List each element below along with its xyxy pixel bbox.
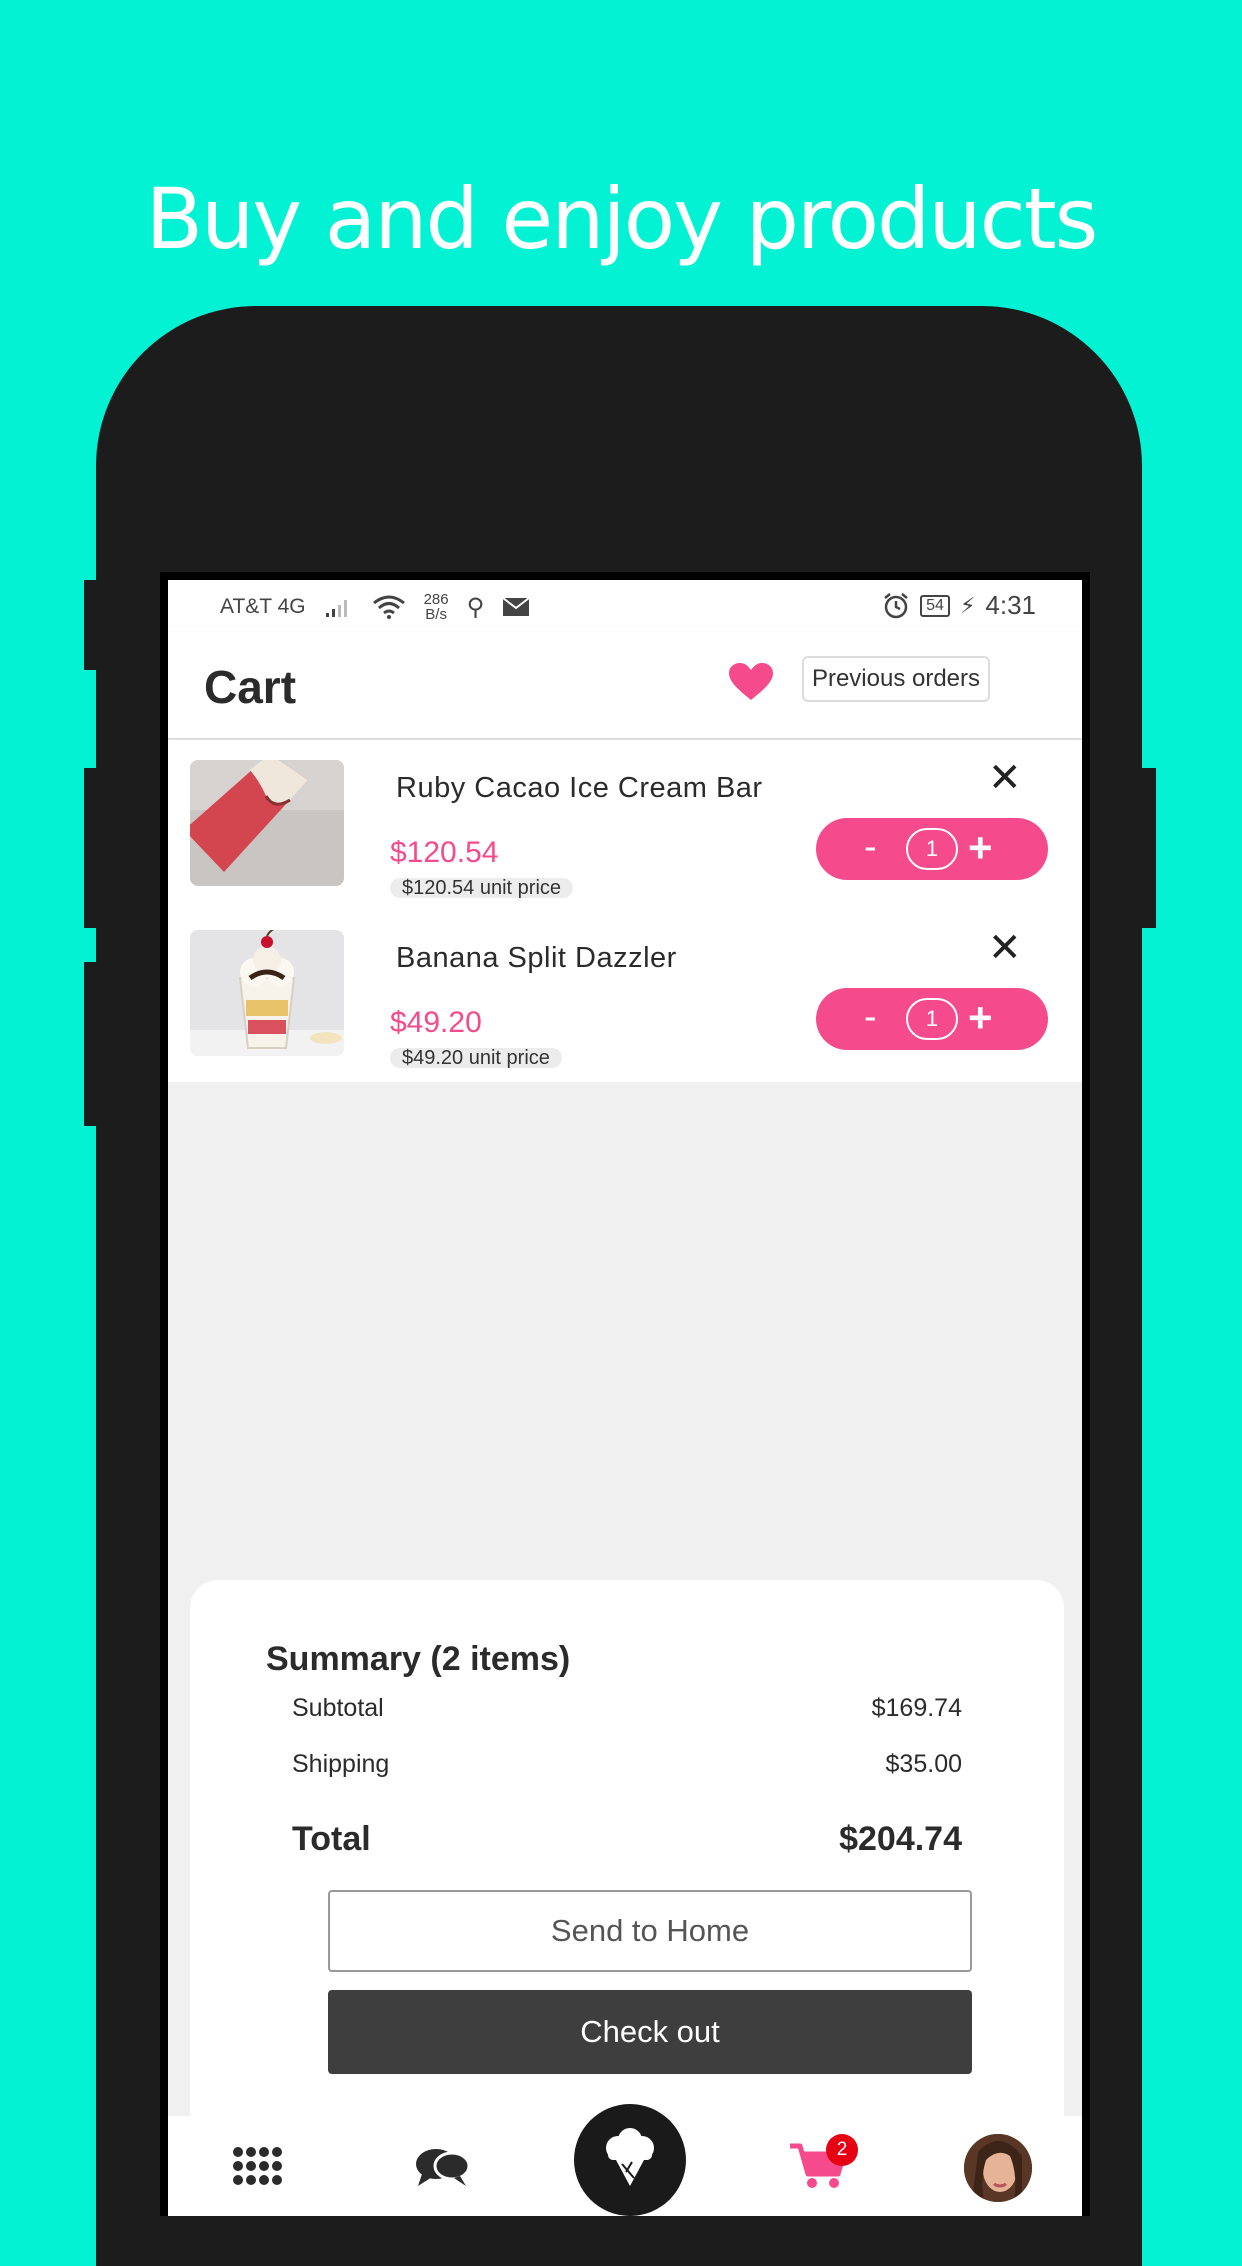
quantity-stepper: - 1 + bbox=[816, 818, 1048, 880]
cart-count-badge: 2 bbox=[826, 2134, 858, 2166]
net-speed: 286 B/s bbox=[424, 592, 449, 622]
order-summary-card: Summary (2 items) Subtotal $169.74 Shipp… bbox=[190, 1580, 1064, 2140]
decrease-quantity-button[interactable]: - bbox=[864, 996, 877, 1039]
item-name: Banana Split Dazzler bbox=[396, 942, 677, 974]
total-value: $204.74 bbox=[839, 1820, 962, 1858]
phone-side-button bbox=[84, 962, 98, 1126]
previous-orders-button[interactable]: Previous orders bbox=[802, 656, 990, 702]
ice-cream-icon bbox=[606, 2128, 654, 2186]
app-screen: AT&T 4G 286 B/s ⚲ 54 ⚡ 4:31 Cart Previou… bbox=[160, 572, 1090, 2216]
app-header: Cart Previous orders bbox=[168, 632, 1082, 738]
item-price: $120.54 bbox=[390, 836, 499, 869]
clock-time: 4:31 bbox=[985, 590, 1036, 620]
shipping-row: Shipping $35.00 bbox=[292, 1750, 962, 1779]
item-unit-price: $120.54 unit price bbox=[390, 878, 574, 898]
subtotal-row: Subtotal $169.74 bbox=[292, 1694, 962, 1723]
heart-icon[interactable] bbox=[728, 662, 774, 702]
chat-bubbles-icon[interactable] bbox=[414, 2144, 470, 2190]
product-image-ruby-cacao[interactable] bbox=[190, 760, 344, 886]
phone-side-button bbox=[84, 768, 98, 928]
bottom-navigation: 2 bbox=[168, 2104, 1082, 2216]
decrease-quantity-button[interactable]: - bbox=[864, 826, 877, 869]
phone-side-button bbox=[1142, 768, 1156, 928]
carrier-label: AT&T 4G bbox=[220, 595, 306, 618]
cart-item: Ruby Cacao Ice Cream Bar $120.54 $120.54… bbox=[168, 740, 1082, 910]
net-speed-value: 286 bbox=[423, 591, 449, 608]
remove-item-button[interactable]: ✕ bbox=[988, 758, 1022, 798]
battery-icon: 54 bbox=[920, 594, 950, 617]
charging-icon: ⚡ bbox=[959, 592, 976, 618]
remove-item-button[interactable]: ✕ bbox=[988, 928, 1022, 968]
subtotal-value: $169.74 bbox=[871, 1694, 962, 1722]
mail-icon bbox=[502, 597, 530, 616]
quantity-stepper: - 1 + bbox=[816, 988, 1048, 1050]
phone-side-button bbox=[84, 580, 98, 670]
checkout-button[interactable]: Check out bbox=[328, 1990, 972, 2074]
increase-quantity-button[interactable]: + bbox=[968, 824, 993, 872]
summary-title: Summary (2 items) bbox=[266, 1640, 571, 1678]
increase-quantity-button[interactable]: + bbox=[968, 994, 993, 1042]
promo-headline: Buy and enjoy products bbox=[145, 170, 1099, 268]
send-to-home-button[interactable]: Send to Home bbox=[328, 1890, 972, 1972]
quantity-value: 1 bbox=[906, 998, 958, 1040]
product-image-banana-split[interactable] bbox=[190, 930, 344, 1056]
alarm-icon bbox=[884, 592, 908, 618]
item-unit-price: $49.20 unit price bbox=[390, 1048, 562, 1068]
subtotal-label: Subtotal bbox=[292, 1694, 384, 1722]
usb-icon: ⚲ bbox=[466, 593, 485, 621]
cart-item-list: Ruby Cacao Ice Cream Bar $120.54 $120.54… bbox=[168, 740, 1082, 1082]
net-speed-unit: B/s bbox=[425, 606, 447, 623]
apps-grid-icon[interactable] bbox=[232, 2146, 282, 2186]
signal-icon bbox=[325, 600, 347, 617]
cart-nav-item[interactable]: 2 bbox=[788, 2134, 858, 2196]
quantity-value: 1 bbox=[906, 828, 958, 870]
page-title: Cart bbox=[204, 661, 297, 713]
total-label: Total bbox=[292, 1820, 371, 1858]
total-row: Total $204.74 bbox=[292, 1820, 962, 1859]
wifi-icon bbox=[372, 595, 405, 619]
status-bar: AT&T 4G 286 B/s ⚲ 54 ⚡ 4:31 bbox=[168, 580, 1082, 632]
item-price: $49.20 bbox=[390, 1006, 482, 1039]
cart-item: Banana Split Dazzler $49.20 $49.20 unit … bbox=[168, 910, 1082, 1080]
shipping-label: Shipping bbox=[292, 1750, 390, 1778]
shipping-value: $35.00 bbox=[885, 1750, 962, 1778]
home-center-button[interactable] bbox=[574, 2104, 686, 2216]
profile-avatar[interactable] bbox=[964, 2134, 1032, 2202]
item-name: Ruby Cacao Ice Cream Bar bbox=[396, 772, 763, 804]
